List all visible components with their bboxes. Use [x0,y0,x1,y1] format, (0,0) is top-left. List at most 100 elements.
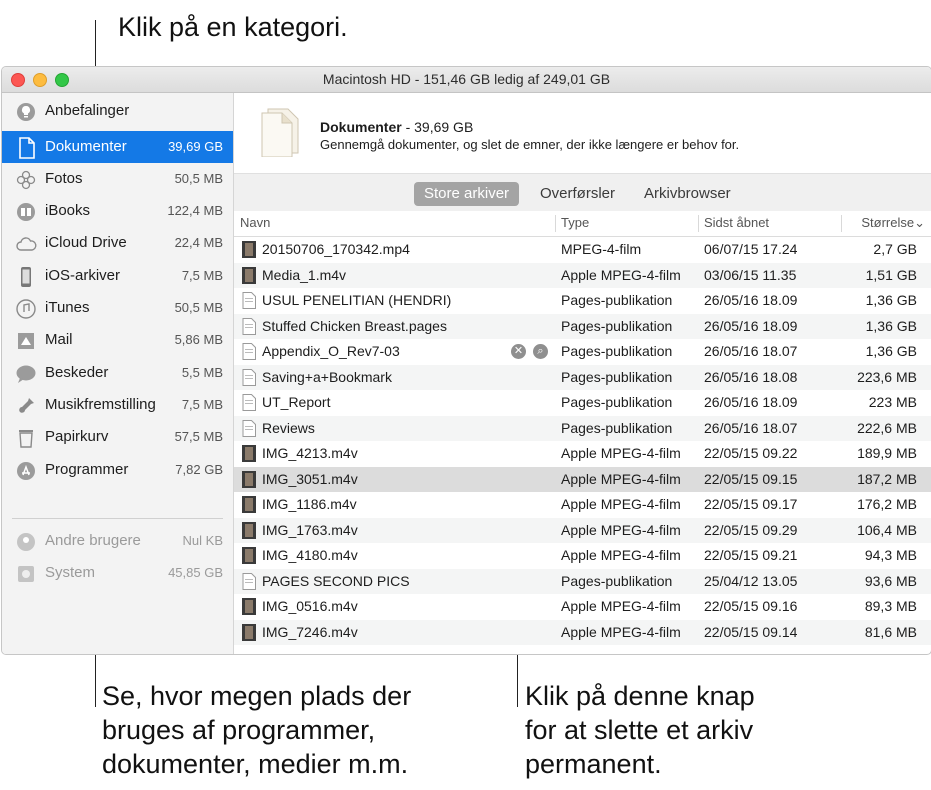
system-disk-icon [15,563,37,585]
callout-usage: Se, hvor megen plads der bruges af progr… [102,679,482,781]
table-row[interactable]: 20150706_170342.mp4 MPEG-4-film 06/07/15 1… [234,237,931,263]
file-name: Reviews [262,419,315,436]
file-type: Pages-publikation [561,343,673,359]
column-size[interactable]: Størrelse⌄ [861,215,925,231]
table-row[interactable]: USUL PENELITIAN (HENDRI) Pages-publikatio… [234,288,931,314]
file-size: 2,7 GB [873,241,917,257]
column-divider[interactable] [555,215,556,232]
table-row[interactable]: IMG_1763.m4v Apple MPEG-4-film 22/05/15 09… [234,517,931,543]
file-name: IMG_4213.m4v [262,445,358,461]
sidebar-item[interactable]: Mail 5,86 MB [2,324,233,356]
file-last-opened: 26/05/16 18.09 [704,292,798,308]
sidebar-item[interactable]: iTunes 50,5 MB [2,292,233,324]
column-last-opened[interactable]: Sidst åbnet [704,215,769,230]
column-type[interactable]: Type [561,215,589,230]
video-thumbnail-icon [242,266,256,284]
callout-delete-line: Klik på denne knap [525,681,755,711]
titlebar[interactable]: Macintosh HD - 151,46 GB ledig af 249,01… [2,67,931,93]
sidebar-item-label: iBooks [45,202,91,219]
table-row[interactable]: IMG_0516.m4v Apple MPEG-4-film 22/05/15 09… [234,594,931,620]
pages-document-icon [242,292,256,309]
file-size: 176,2 MB [857,496,917,512]
sidebar-item[interactable]: Fotos 50,5 MB [2,163,233,195]
table-row[interactable]: IMG_1186.m4v Apple MPEG-4-film 22/05/15 09… [234,492,931,518]
column-divider[interactable] [698,215,699,232]
column-divider[interactable] [841,215,842,232]
file-type: Apple MPEG-4-film [561,623,681,640]
file-table: Navn Type Sidst åbnet Størrelse⌄ 2015070… [234,211,931,654]
file-type: Pages-publikation [561,394,673,410]
callout-delete-line: for at slette et arkiv [525,715,754,745]
table-row[interactable]: IMG_7246.m4v Apple MPEG-4-film 22/05/15 09… [234,619,931,645]
tab-downloads[interactable]: Overførsler [530,182,625,206]
file-type: Apple MPEG-4-film [561,496,681,512]
table-row[interactable]: Appendix_O_Rev7-03 Pages-publikation 26/05… [234,339,931,365]
file-size: 1,36 GB [865,317,917,334]
sidebar-item-label: iTunes [45,299,90,316]
table-row[interactable]: Reviews Pages-publikation 26/05/16 18.07 22… [234,415,931,441]
sidebar-item-size: 45,85 GB [168,565,223,580]
sidebar-item[interactable]: Papirkurv 57,5 MB [2,421,233,453]
sidebar-item-label: Beskeder [45,364,109,381]
column-name[interactable]: Navn [240,215,270,230]
sidebar-item[interactable]: Dokumenter 39,69 GB [2,131,233,163]
sidebar-item[interactable]: Anbefalinger [2,95,233,127]
table-row[interactable]: Stuffed Chicken Breast.pages Pages-publik… [234,313,931,339]
table-row[interactable]: IMG_3051.m4v Apple MPEG-4-film 22/05/15 09… [234,466,931,492]
sidebar-item-label: Dokumenter [45,138,127,155]
file-type: Apple MPEG-4-film [561,521,681,538]
callout-usage-line: Se, hvor megen plads der [102,681,412,711]
sidebar-item-size: 7,5 MB [181,268,223,283]
category-name: Dokumenter [320,119,402,135]
sidebar-item[interactable]: Beskeder 5,5 MB [2,357,233,389]
category-description: Gennemgå dokumenter, og slet de emner, d… [320,137,740,152]
delete-file-button[interactable]: ✕ [511,344,526,359]
file-name: 20150706_170342.mp4 [262,241,410,257]
file-name: IMG_1186.m4v [262,496,357,512]
reveal-in-finder-button[interactable]: ⌕ [533,344,548,359]
sidebar-item[interactable]: iBooks 122,4 MB [2,195,233,227]
file-last-opened: 03/06/15 11.35 [704,266,797,283]
table-row[interactable]: PAGES SECOND PICS Pages-publikation 25/04/… [234,568,931,594]
sidebar-item-label: Papirkurv [45,428,109,445]
table-row[interactable]: UT_Report Pages-publikation 26/05/16 18.09… [234,390,931,416]
table-row[interactable]: IMG_4180.m4v Apple MPEG-4-film 22/05/15 09… [234,543,931,569]
table-row[interactable]: IMG_4213.m4v Apple MPEG-4-film 22/05/15 09… [234,441,931,467]
document-icon [15,137,37,159]
pages-document-icon [242,419,256,437]
sidebar-item[interactable]: iOS-arkiver 7,5 MB [2,260,233,292]
sidebar-item[interactable]: Musikfremstilling 7,5 MB [2,389,233,421]
lightbulb-icon [15,101,37,123]
sidebar-item[interactable]: System 45,85 GB [2,557,233,589]
file-last-opened: 22/05/15 09.21 [704,547,798,563]
pages-document-icon [242,343,256,360]
file-size: 1,36 GB [865,343,917,359]
file-size: 1,36 GB [865,292,917,308]
main-panel: Dokumenter - 39,69 GB Gennemgå dokumente… [234,93,931,654]
file-last-opened: 22/05/15 09.14 [704,623,798,640]
file-last-opened: 22/05/15 09.29 [704,521,798,538]
guitar-icon [15,395,37,417]
sidebar-item[interactable]: Andre brugere Nul KB [2,525,233,557]
pages-document-icon [242,368,256,386]
tab-file-browser[interactable]: Arkivbrowser [634,182,741,206]
file-type: MPEG-4-film [561,241,642,257]
sidebar-item-label: iCloud Drive [45,234,127,251]
file-last-opened: 26/05/16 18.09 [704,394,798,410]
sidebar-item-label: Programmer [45,461,129,478]
file-last-opened: 22/05/15 09.16 [704,598,798,614]
table-row[interactable]: Saving+a+Bookmark Pages-publikation 26/05/… [234,364,931,390]
callout-delete: Klik på denne knap for at slette et arki… [525,679,845,781]
sidebar-item-size: 50,5 MB [174,300,223,315]
window-title: Macintosh HD - 151,46 GB ledig af 249,01… [322,71,611,87]
tab-large-files[interactable]: Store arkiver [414,182,520,206]
table-row[interactable]: Media_1.m4v Apple MPEG-4-film 03/06/15 11.… [234,262,931,288]
sidebar-item[interactable]: Programmer 7,82 GB [2,454,233,486]
documents-folder-icon [261,108,299,157]
trash-icon [15,427,37,449]
file-name: Media_1.m4v [262,266,347,283]
file-last-opened: 22/05/15 09.17 [704,496,798,512]
file-last-opened: 22/05/15 09.22 [704,445,798,461]
sidebar-item[interactable]: iCloud Drive 22,4 MB [2,227,233,259]
file-last-opened: 26/05/16 18.07 [704,419,798,436]
